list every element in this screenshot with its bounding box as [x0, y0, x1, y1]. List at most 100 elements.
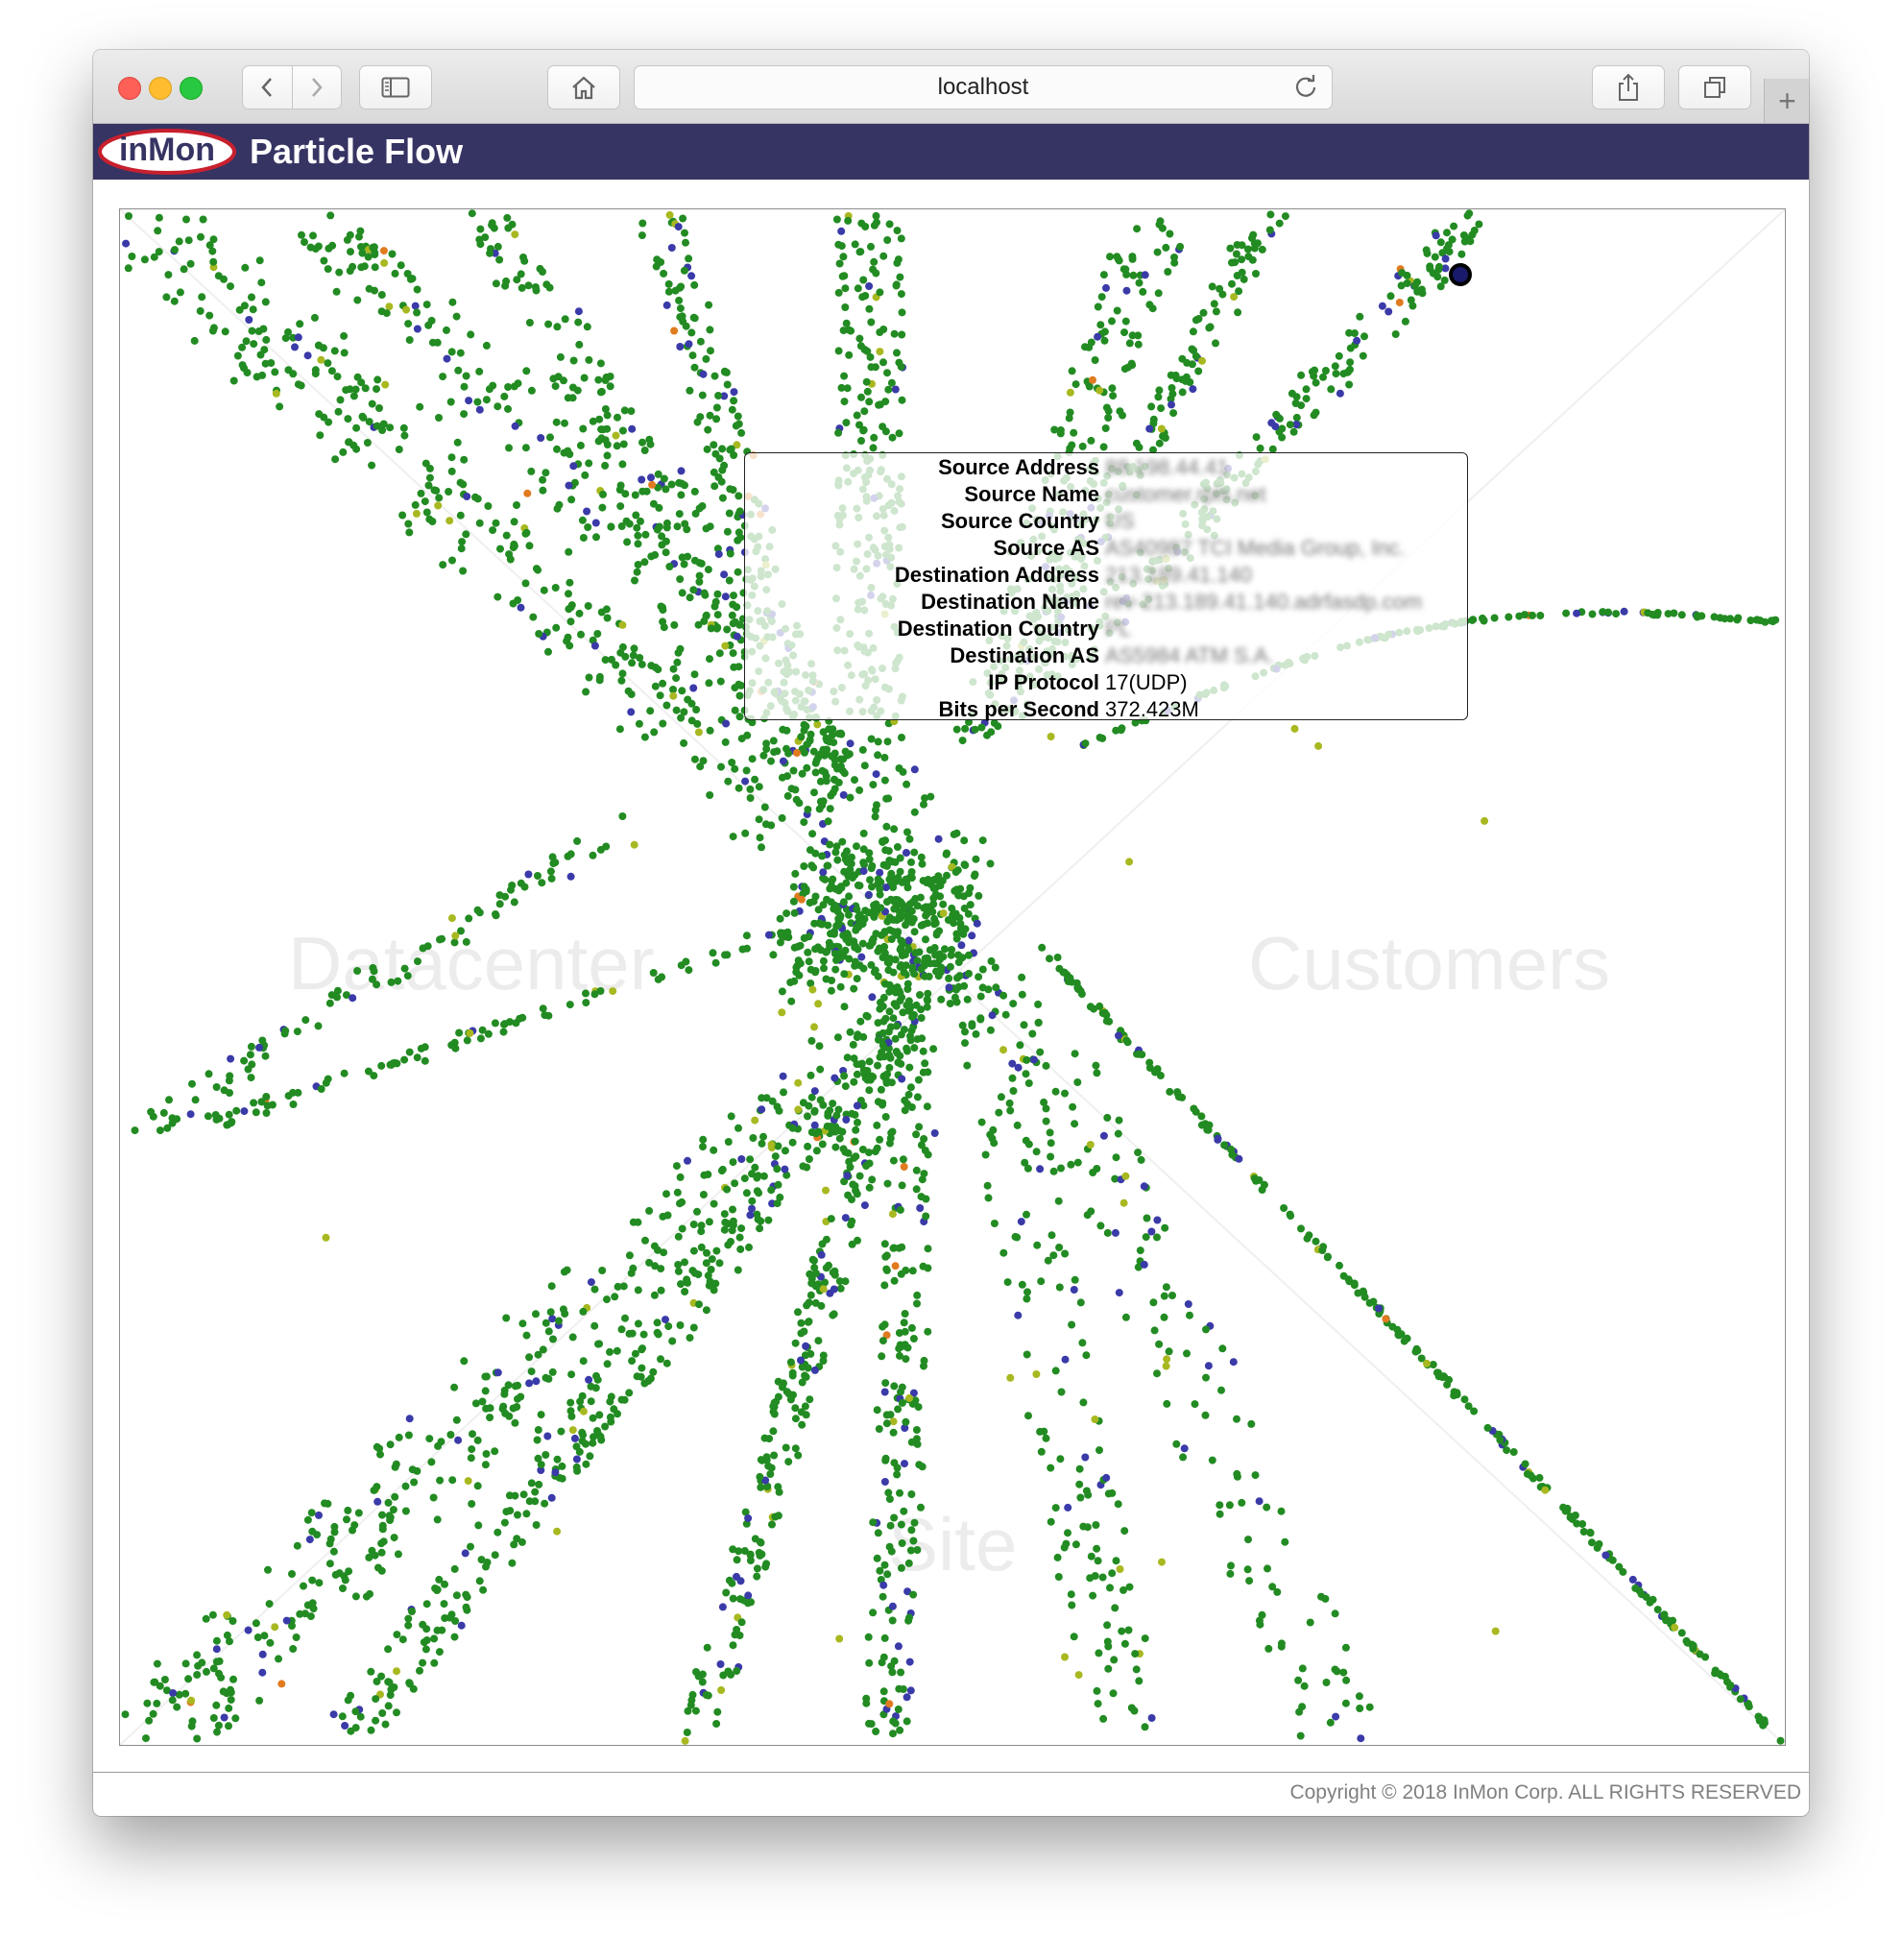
flow-particle — [919, 920, 927, 929]
flow-particle — [1677, 611, 1686, 619]
flow-particle — [710, 602, 719, 611]
flow-particle — [898, 330, 906, 339]
flow-particle — [370, 967, 378, 976]
flow-particle — [155, 213, 163, 222]
flow-particle — [1005, 1099, 1014, 1107]
flow-particle — [774, 1180, 782, 1189]
flow-particle — [816, 919, 825, 928]
back-button[interactable] — [243, 66, 293, 109]
flow-particle — [1153, 248, 1162, 256]
flow-particle — [419, 1658, 427, 1667]
flow-particle — [733, 1667, 741, 1675]
flow-particle — [797, 1319, 806, 1327]
flow-particle — [922, 1212, 930, 1221]
flow-particle — [853, 411, 861, 420]
flow-particle — [220, 1713, 229, 1722]
minimize-window-button[interactable] — [149, 77, 172, 100]
flow-particle — [460, 382, 469, 391]
tooltip-value: customer.rpls.net — [1105, 482, 1266, 506]
flow-particle — [408, 1608, 416, 1615]
flow-particle — [556, 352, 565, 361]
flow-particle — [878, 1658, 886, 1667]
flow-particle — [584, 602, 592, 610]
flow-particle — [596, 359, 605, 368]
flow-particle — [1120, 365, 1129, 374]
home-icon — [572, 76, 595, 100]
flow-particle — [716, 677, 725, 686]
flow-particle — [566, 850, 575, 859]
flow-particle — [902, 1355, 910, 1364]
flow-particle — [844, 1191, 853, 1199]
flow-particle — [1122, 286, 1131, 295]
flow-particle — [231, 1714, 240, 1723]
flow-particle — [405, 336, 414, 344]
flow-particle — [1158, 1558, 1166, 1566]
flow-particle — [788, 1124, 797, 1132]
flow-particle — [241, 263, 250, 272]
flow-particle — [495, 900, 504, 908]
zoom-window-button[interactable] — [180, 77, 203, 100]
flow-particle — [657, 1355, 664, 1364]
flow-particle — [958, 737, 967, 745]
flow-particle — [1341, 1699, 1350, 1707]
flow-particle — [1689, 1641, 1697, 1650]
flow-particle — [212, 1636, 221, 1645]
flow-particle — [682, 322, 690, 330]
flow-particle — [447, 1041, 456, 1050]
flow-particle — [325, 1560, 334, 1568]
flow-particle — [886, 1411, 895, 1419]
flow-particle — [1356, 312, 1364, 321]
flow-particle — [147, 1107, 156, 1116]
flow-particle — [1588, 610, 1597, 618]
flow-particle — [575, 609, 584, 617]
particle-flow-canvas[interactable]: Datacenter Customers Site Source Address… — [119, 208, 1786, 1746]
sidebar-toggle-button[interactable] — [359, 65, 432, 109]
flow-particle — [367, 1667, 375, 1676]
flow-particle — [798, 1378, 807, 1387]
flow-particle — [625, 520, 634, 528]
flow-particle — [827, 1215, 835, 1223]
flow-particle — [1266, 210, 1275, 219]
flow-particle — [718, 1603, 727, 1611]
tab-overview-button[interactable] — [1678, 65, 1751, 109]
forward-button[interactable] — [293, 66, 342, 109]
flow-particle — [489, 526, 497, 535]
flow-particle — [404, 520, 413, 528]
flow-particle — [561, 1310, 569, 1318]
flow-particle — [246, 1051, 254, 1059]
flow-particle — [878, 931, 886, 939]
flow-particle — [1233, 1472, 1241, 1481]
flow-particle — [1006, 1373, 1015, 1382]
flow-particle — [708, 1255, 716, 1264]
flow-particle — [1197, 1112, 1206, 1121]
reload-icon[interactable] — [1293, 74, 1318, 99]
flow-particle — [712, 1246, 721, 1255]
flow-particle — [1092, 1521, 1100, 1529]
flow-particle — [831, 1074, 839, 1082]
flow-particle — [394, 1550, 402, 1559]
flow-particle — [921, 1059, 929, 1068]
flow-particle — [1133, 225, 1142, 233]
flow-particle — [368, 399, 376, 408]
address-bar[interactable]: localhost — [634, 65, 1333, 109]
home-button[interactable] — [547, 65, 620, 109]
flow-particle — [1252, 433, 1261, 442]
flow-particle — [1670, 609, 1678, 617]
flow-particle — [919, 1068, 927, 1077]
close-window-button[interactable] — [118, 77, 141, 100]
flow-particle — [862, 1011, 871, 1020]
flow-particle — [802, 1411, 810, 1419]
flow-particle — [1225, 1501, 1234, 1510]
flow-particle — [675, 510, 684, 519]
flow-particle — [595, 1411, 604, 1419]
new-tab-button[interactable]: + — [1764, 79, 1809, 123]
share-button[interactable] — [1592, 65, 1665, 109]
flow-particle — [514, 1381, 522, 1390]
flow-particle — [1726, 1682, 1735, 1689]
flow-particle — [903, 1693, 911, 1702]
flow-particle — [732, 422, 740, 430]
flow-particle — [867, 735, 876, 743]
flow-particle — [539, 486, 547, 495]
flow-particle — [1505, 613, 1513, 621]
flow-particle — [857, 437, 865, 445]
